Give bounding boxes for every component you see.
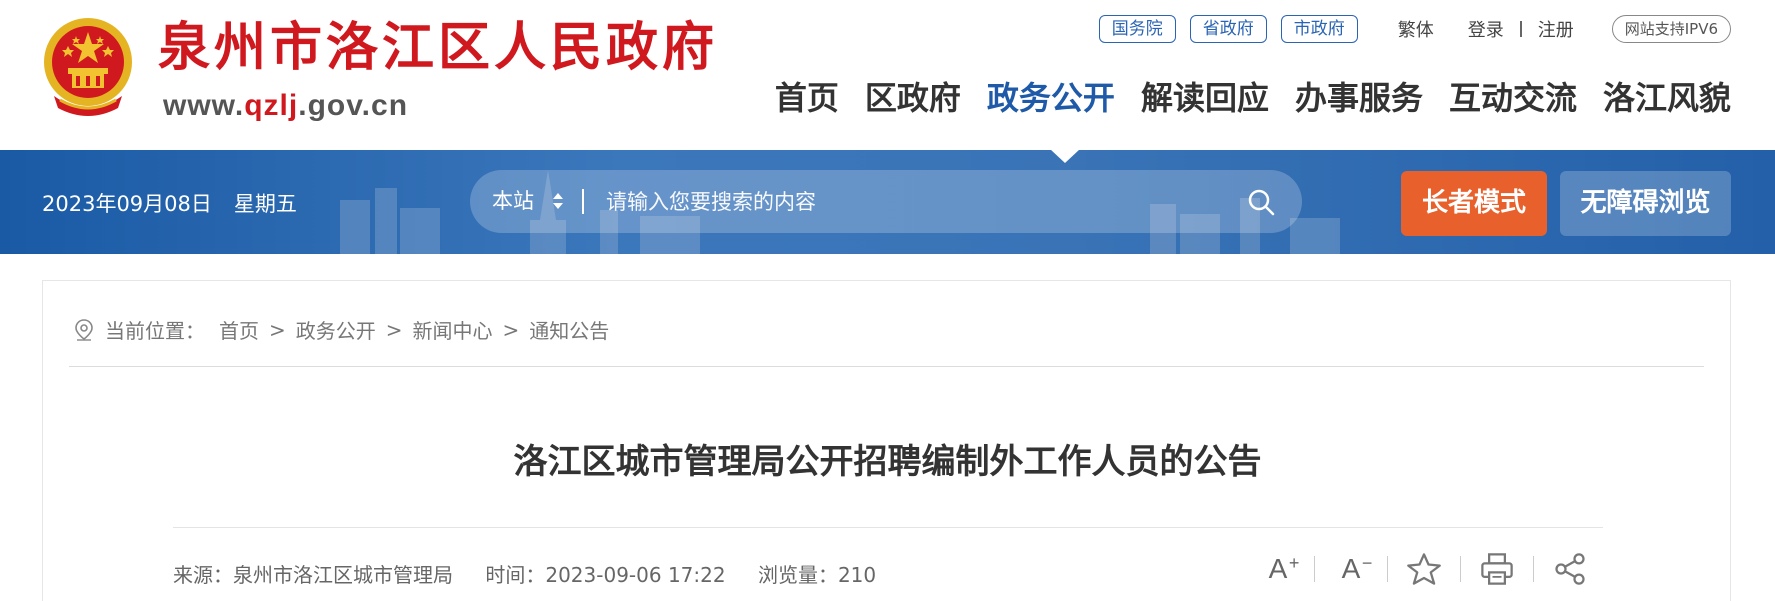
- article-meta: 来源：泉州市洛江区城市管理局 时间：2023-09-06 17:22 浏览量：2…: [173, 559, 876, 588]
- font-increase-icon[interactable]: A +: [1260, 551, 1300, 587]
- font-decrease-icon[interactable]: A −: [1333, 551, 1373, 587]
- national-emblem-icon: [44, 18, 132, 116]
- main-nav: 首页 区政府 政务公开 解读回应 办事服务 互动交流 洛江风貌: [749, 74, 1731, 122]
- divider: [1519, 21, 1522, 37]
- breadcrumb-label: 当前位置：: [105, 319, 205, 343]
- link-state-council[interactable]: 国务院: [1098, 15, 1176, 43]
- location-pin-icon: [75, 318, 93, 341]
- share-icon[interactable]: [1552, 551, 1588, 587]
- font-decrease-letter: A −: [1341, 553, 1373, 584]
- elder-mode-button[interactable]: 长者模式: [1401, 171, 1547, 236]
- link-provincial-gov[interactable]: 省政府: [1189, 15, 1267, 43]
- nav-scenery[interactable]: 洛江风貌: [1603, 74, 1731, 122]
- article-source: 来源：泉州市洛江区城市管理局: [173, 563, 453, 587]
- breadcrumb-divider: [69, 366, 1704, 367]
- link-city-gov[interactable]: 市政府: [1280, 15, 1358, 43]
- active-nav-indicator-icon: [1051, 150, 1079, 163]
- article-title: 洛江区城市管理局公开招聘编制外工作人员的公告: [513, 442, 1262, 482]
- date-text: 2023年09月08日: [42, 192, 212, 216]
- nav-interaction[interactable]: 互动交流: [1449, 74, 1577, 122]
- article-views: 浏览量：210: [757, 563, 877, 587]
- weekday-text: 星期五: [233, 192, 297, 216]
- article-time: 时间：2023-09-06 17:22: [485, 563, 726, 587]
- breadcrumb-separator: >: [385, 317, 403, 342]
- site-url-prefix: www.: [163, 89, 245, 122]
- favorite-star-icon[interactable]: [1406, 551, 1442, 587]
- nav-district-gov[interactable]: 区政府: [865, 74, 961, 122]
- article-container: 当前位置： 首页 > 政务公开 > 新闻中心 > 通知公告 洛江区城市管理局公开…: [42, 280, 1731, 601]
- tool-divider: [1460, 556, 1461, 582]
- breadcrumb-gov-affairs[interactable]: 政务公开: [296, 315, 376, 344]
- font-decrease-sign: −: [1361, 553, 1373, 573]
- select-arrows-icon[interactable]: [552, 170, 564, 233]
- site-header: 泉州市洛江区人民政府 www.qzlj.gov.cn 国务院 省政府 市政府 繁…: [0, 0, 1775, 150]
- tool-divider: [1387, 556, 1388, 582]
- tool-divider: [1314, 556, 1315, 582]
- search-bar: 本站: [470, 170, 1302, 233]
- breadcrumb-home[interactable]: 首页: [219, 315, 259, 344]
- current-date: 2023年09月08日 星期五: [42, 188, 297, 218]
- nav-gov-affairs[interactable]: 政务公开: [987, 74, 1115, 122]
- accessibility-button[interactable]: 无障碍浏览: [1560, 171, 1731, 236]
- nav-services[interactable]: 办事服务: [1295, 74, 1423, 122]
- article-tools: A + A −: [1260, 551, 1588, 587]
- nav-interpretation[interactable]: 解读回应: [1141, 74, 1269, 122]
- site-url: www.qzlj.gov.cn: [163, 88, 408, 124]
- traditional-chinese-link[interactable]: 繁体: [1398, 16, 1434, 42]
- login-link[interactable]: 登录: [1468, 16, 1504, 42]
- breadcrumb-notices[interactable]: 通知公告: [529, 315, 609, 344]
- ipv6-badge: 网站支持IPV6: [1611, 15, 1731, 43]
- site-url-highlight: qzlj: [244, 89, 299, 122]
- register-link[interactable]: 注册: [1538, 16, 1574, 42]
- font-increase-a: A: [1268, 553, 1288, 584]
- print-icon[interactable]: [1479, 551, 1515, 587]
- site-title[interactable]: 泉州市洛江区人民政府: [158, 18, 718, 78]
- search-divider: [582, 189, 584, 214]
- breadcrumb-separator: >: [502, 317, 520, 342]
- search-icon[interactable]: [1246, 187, 1276, 217]
- search-banner: 2023年09月08日星期五 本站 长者模式 无障碍浏览: [0, 150, 1775, 254]
- font-decrease-a: A: [1341, 553, 1361, 584]
- site-url-suffix: .gov.cn: [298, 89, 409, 122]
- search-input[interactable]: [606, 180, 1206, 223]
- breadcrumb: 当前位置： 首页 > 政务公开 > 新闻中心 > 通知公告: [73, 315, 609, 344]
- nav-home[interactable]: 首页: [775, 74, 839, 122]
- top-links: 国务院 省政府 市政府 繁体 登录 注册 网站支持IPV6: [1098, 14, 1731, 44]
- breadcrumb-separator: >: [269, 317, 286, 342]
- font-increase-sign: +: [1288, 553, 1300, 573]
- breadcrumb-news-center[interactable]: 新闻中心: [413, 315, 493, 344]
- tool-divider: [1533, 556, 1534, 582]
- font-increase-letter: A +: [1268, 553, 1300, 584]
- search-scope-select[interactable]: 本站: [492, 170, 534, 233]
- title-divider: [173, 527, 1603, 528]
